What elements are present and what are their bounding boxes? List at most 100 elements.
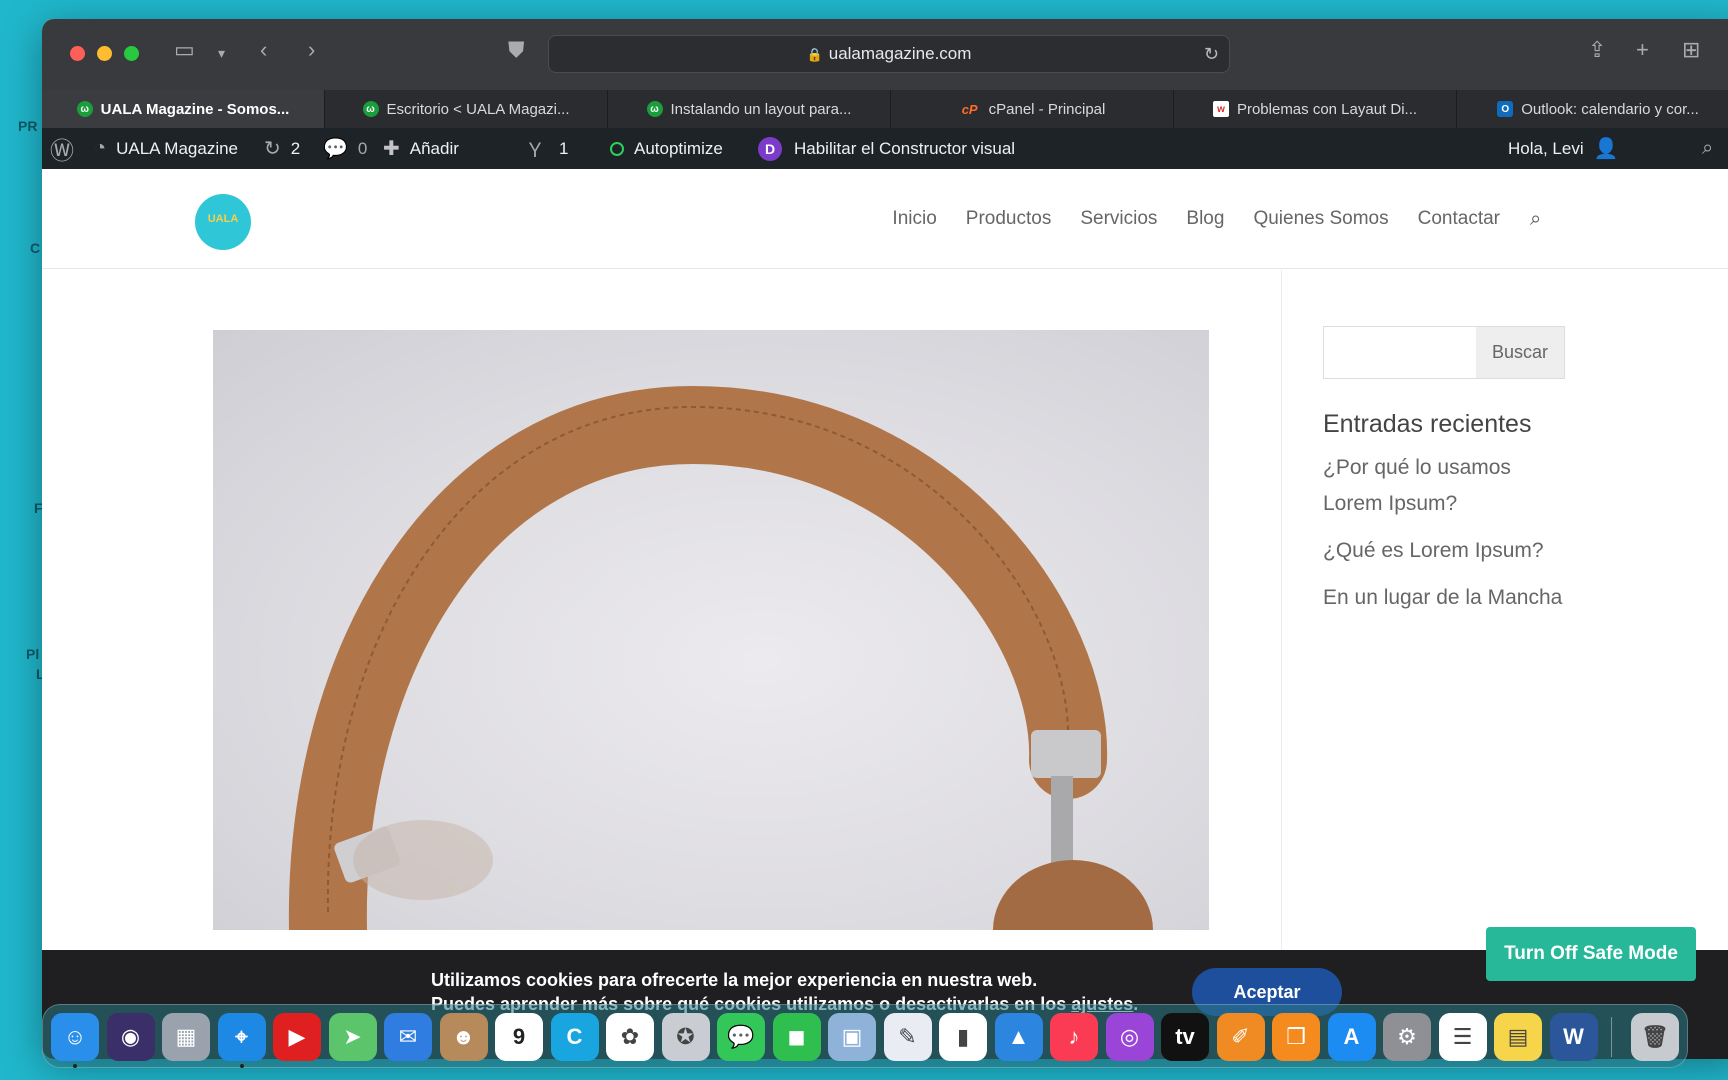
books-icon[interactable]: ❒ [1272, 1013, 1320, 1061]
page-content: Buscar Entradas recientes ¿Por qué lo us… [42, 270, 1728, 1059]
turn-off-safe-mode-button[interactable]: Turn Off Safe Mode [1486, 927, 1696, 981]
user-greeting-link[interactable]: Hola, Levi 👤 [1508, 128, 1619, 169]
add-new-link[interactable]: ✚ Añadir [383, 128, 459, 169]
autoptimize-link[interactable]: Autoptimize [610, 128, 723, 169]
tab-cpanel[interactable]: cP cPanel - Principal [891, 90, 1174, 128]
numbers-icon[interactable]: ▮ [939, 1013, 987, 1061]
calendar-icon[interactable]: 9 [495, 1013, 543, 1061]
share-icon[interactable]: ⇪ [1588, 39, 1606, 61]
plus-icon: ✚ [383, 138, 400, 160]
address-bar[interactable]: 🔒 ualamagazine.com ↻ [548, 35, 1230, 73]
w-favicon-icon: w [1212, 101, 1229, 117]
recent-post-link[interactable]: En un lugar de la Mancha [1323, 580, 1563, 616]
textedit-icon[interactable]: ✎ [883, 1013, 932, 1061]
finder-icon[interactable]: ☺ [51, 1013, 99, 1061]
appletv-icon[interactable]: tv [1161, 1013, 1209, 1061]
tab-label: Escritorio < UALA Magazi... [386, 100, 570, 118]
music-icon[interactable]: ♪ [1050, 1013, 1098, 1061]
admin-search-icon[interactable]: ⌕ [1702, 128, 1723, 169]
messages-icon[interactable]: 💬 [717, 1013, 765, 1061]
tab-outlook[interactable]: O Outlook: calendario y cor... [1457, 90, 1728, 128]
close-window-button[interactable] [70, 46, 85, 61]
desktop-label: PR [18, 118, 38, 134]
nav-contactar[interactable]: Contactar [1418, 208, 1500, 230]
minimize-window-button[interactable] [97, 46, 112, 61]
youtube-icon[interactable]: ▶ [273, 1013, 321, 1061]
recent-post-link[interactable]: ¿Qué es Lorem Ipsum? [1323, 533, 1563, 569]
cookie-line-1: Utilizamos cookies para ofrecerte la mej… [431, 970, 1038, 990]
facetime-icon[interactable]: ◼ [772, 1013, 821, 1061]
tab-problemas[interactable]: w Problemas con Layaut Di... [1174, 90, 1457, 128]
chevron-down-icon[interactable]: ▾ [218, 46, 225, 60]
sidebar-toggle-icon[interactable]: ▭ [174, 39, 195, 61]
trash-icon[interactable]: 🗑 [1631, 1013, 1679, 1061]
instruments-icon[interactable]: ✪ [661, 1013, 710, 1061]
main-nav: Inicio Productos Servicios Blog Quienes … [863, 169, 1552, 269]
wordpress-logo-icon[interactable]: Ⓦ [50, 128, 84, 169]
recent-post-link[interactable]: ¿Por qué lo usamos Lorem Ipsum? [1323, 450, 1563, 522]
status-circle-icon [610, 141, 624, 156]
tab-uala-somos[interactable]: ω UALA Magazine - Somos... [42, 90, 325, 128]
reload-icon[interactable]: ↻ [1204, 36, 1219, 72]
site-name-link[interactable]: ◔ UALA Magazine [94, 128, 238, 169]
search-button[interactable]: Buscar [1476, 327, 1564, 378]
nav-productos[interactable]: Productos [966, 208, 1052, 230]
canva-icon[interactable]: C [550, 1013, 599, 1061]
running-indicator [73, 1064, 77, 1068]
featured-image [213, 330, 1209, 930]
updates-link[interactable]: ↻ 2 [264, 128, 300, 169]
maps-icon[interactable]: ➤ [328, 1013, 377, 1061]
sidebar-search-input[interactable] [1324, 327, 1476, 378]
site-logo[interactable]: UALA [195, 194, 251, 250]
dashboard-icon: ◔ [94, 137, 107, 159]
desktop-label: C [30, 240, 41, 256]
tab-label: cPanel - Principal [988, 100, 1106, 118]
tab-bar: ω UALA Magazine - Somos... ω Escritorio < … [42, 90, 1728, 128]
podcasts-icon[interactable]: ◎ [1105, 1013, 1154, 1061]
yoast-icon: Ｙ [525, 140, 545, 162]
comment-icon: 💬 [323, 138, 348, 160]
zoom-window-button[interactable] [124, 46, 139, 61]
reminders-icon[interactable]: ☰ [1438, 1013, 1487, 1061]
siri-icon[interactable]: ◉ [106, 1013, 155, 1061]
divi-builder-link[interactable]: D Habilitar el Constructor visual [758, 128, 1015, 169]
tab-label: Outlook: calendario y cor... [1521, 100, 1699, 118]
back-icon[interactable]: ‹ [260, 39, 267, 61]
uala-favicon-icon: ω [362, 101, 379, 117]
notes-icon[interactable]: ▤ [1494, 1013, 1542, 1061]
keynote-icon[interactable]: ▲ [994, 1013, 1043, 1061]
launchpad-icon[interactable]: ▦ [162, 1013, 210, 1061]
safari-icon[interactable]: ⌖ [217, 1013, 266, 1061]
browser-toolbar: ▭ ▾ ‹ › ⛊ 🔒 ualamagazine.com ↻ ⇪ + ⊞ [42, 19, 1728, 90]
wp-admin-bar: Ⓦ ◔ UALA Magazine ↻ 2 💬 0 ✚ Añadir Ｙ1 Autopt… [42, 128, 1728, 169]
word-icon[interactable]: W [1549, 1013, 1598, 1061]
nav-blog[interactable]: Blog [1186, 208, 1224, 230]
photos-icon[interactable]: ✿ [606, 1013, 654, 1061]
user-avatar-icon: 👤 [1593, 138, 1619, 160]
comments-link[interactable]: 💬 0 [323, 128, 367, 169]
preview-icon[interactable]: ▣ [828, 1013, 876, 1061]
uala-favicon-icon: ω [76, 101, 93, 117]
pages-icon[interactable]: ✐ [1216, 1013, 1265, 1061]
url-text: ualamagazine.com [828, 44, 972, 63]
yoast-link[interactable]: Ｙ1 [525, 128, 568, 169]
nav-quienes-somos[interactable]: Quienes Somos [1253, 208, 1388, 230]
cpanel-favicon-icon: cP [961, 101, 978, 117]
forward-icon[interactable]: › [308, 39, 315, 61]
tab-escritorio[interactable]: ω Escritorio < UALA Magazi... [325, 90, 608, 128]
privacy-shield-icon[interactable]: ⛊ [508, 39, 525, 61]
tab-overview-icon[interactable]: ⊞ [1682, 39, 1700, 61]
nav-inicio[interactable]: Inicio [892, 208, 936, 230]
mail-icon[interactable]: ✉ [384, 1013, 432, 1061]
tab-instalando[interactable]: ω Instalando un layout para... [608, 90, 891, 128]
tab-label: Problemas con Layaut Di... [1236, 100, 1418, 118]
nav-servicios[interactable]: Servicios [1080, 208, 1157, 230]
new-tab-icon[interactable]: + [1636, 39, 1649, 61]
contacts-icon[interactable]: ☻ [439, 1013, 488, 1061]
sidebar-divider [1281, 270, 1282, 970]
search-icon[interactable]: ⌕ [1530, 208, 1552, 230]
settings-icon[interactable]: ⚙ [1383, 1013, 1431, 1061]
appstore-icon[interactable]: A [1327, 1013, 1376, 1061]
lock-icon: 🔒 [806, 47, 823, 62]
dock-separator [1611, 1017, 1612, 1057]
